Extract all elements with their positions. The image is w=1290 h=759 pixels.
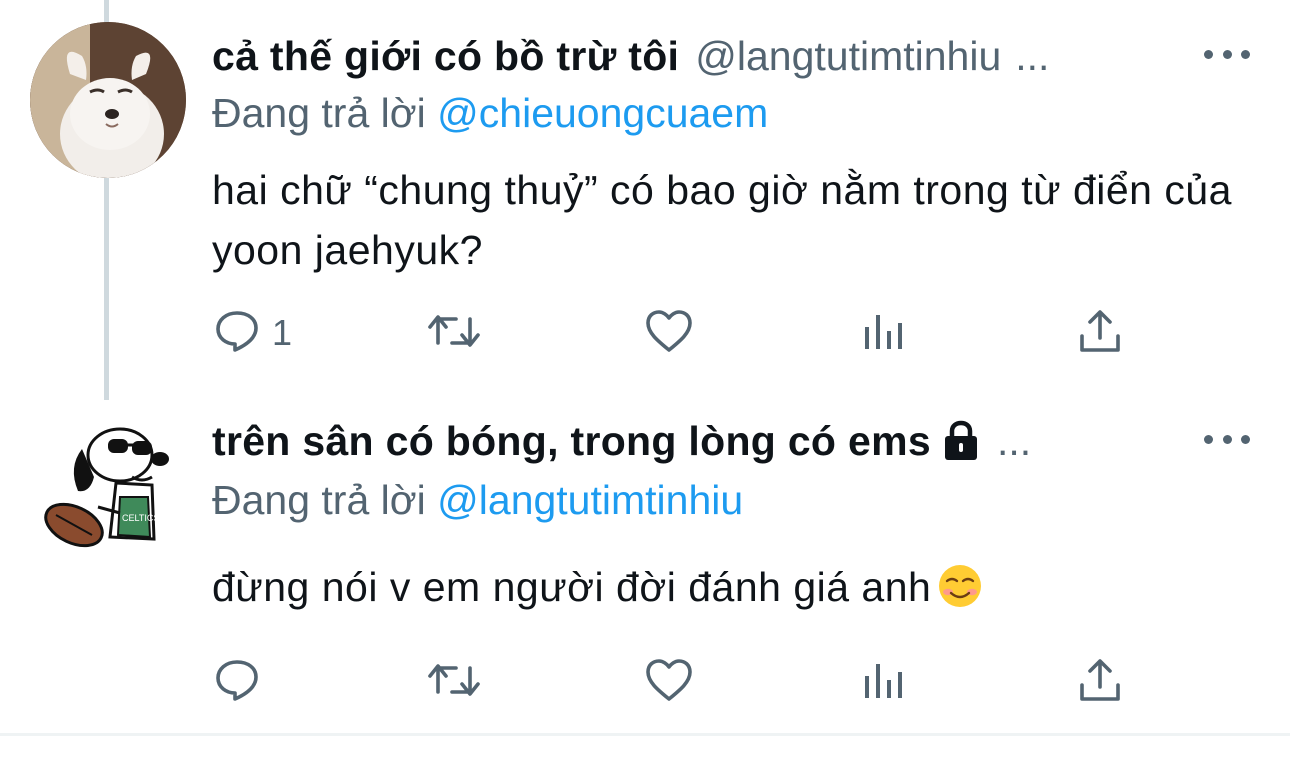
heart-icon <box>644 657 694 708</box>
like-button[interactable] <box>644 657 694 707</box>
reply-count: 1 <box>272 312 293 353</box>
tweet-actions: 1 <box>0 308 1290 358</box>
heart-icon <box>644 308 694 359</box>
tweet-actions <box>0 657 1290 707</box>
more-icon[interactable] <box>1204 34 1250 74</box>
share-button[interactable] <box>1078 657 1122 707</box>
display-name[interactable]: trên sân có bóng, trong lòng có ems <box>212 418 931 465</box>
svg-text:CELTICS: CELTICS <box>122 513 159 523</box>
more-icon[interactable] <box>1204 419 1250 459</box>
analytics-icon <box>862 658 906 707</box>
avatar[interactable] <box>30 22 186 178</box>
analytics-icon <box>862 309 906 358</box>
display-name[interactable]: cả thế giới có bồ trừ tôi <box>212 33 679 80</box>
replying-to: Đang trả lời @chieuongcuaem <box>212 90 768 137</box>
analytics-button[interactable] <box>862 657 906 707</box>
feed-divider <box>0 733 1290 736</box>
like-button[interactable] <box>644 308 694 358</box>
tweet-text-body: đừng nói v em người đời đánh giá anh <box>212 564 932 610</box>
avatar[interactable]: CELTICS <box>34 407 190 563</box>
tweet-text: hai chữ “chung thuỷ” có bao giờ nằm tron… <box>212 167 1232 273</box>
smiling-face-emoji-icon <box>937 563 983 625</box>
tweet[interactable]: CELTICS trên sân có bóng, trong lòng có … <box>0 385 1290 735</box>
user-handle[interactable]: @langtutimtinhiu <box>695 33 1001 80</box>
share-icon <box>1078 657 1122 708</box>
analytics-button[interactable] <box>862 308 906 358</box>
retweet-icon <box>426 658 482 707</box>
tweet-text: đừng nói v em người đời đánh giá anh <box>212 557 1232 625</box>
share-icon <box>1078 308 1122 359</box>
retweet-button[interactable] <box>426 308 482 358</box>
tweet-header: trên sân có bóng, trong lòng có ems ... <box>212 415 1250 467</box>
replying-to-handle[interactable]: @langtutimtinhiu <box>437 477 743 523</box>
replying-to-handle[interactable]: @chieuongcuaem <box>437 90 768 136</box>
retweet-icon <box>426 309 482 358</box>
tweet-header: cả thế giới có bồ trừ tôi @langtutimtinh… <box>212 30 1250 82</box>
tweet[interactable]: cả thế giới có bồ trừ tôi @langtutimtinh… <box>0 0 1290 385</box>
reply-button[interactable] <box>214 657 260 707</box>
reply-icon <box>214 309 260 358</box>
header-ellipsis: ... <box>1015 32 1050 79</box>
replying-to: Đang trả lời @langtutimtinhiu <box>212 477 743 524</box>
reply-button[interactable]: 1 <box>214 308 292 358</box>
header-ellipsis: ... <box>996 417 1032 464</box>
share-button[interactable] <box>1078 308 1122 358</box>
reply-icon <box>214 658 260 707</box>
lock-icon <box>939 419 983 463</box>
replying-to-label: Đang trả lời <box>212 90 426 136</box>
retweet-button[interactable] <box>426 657 482 707</box>
replying-to-label: Đang trả lời <box>212 477 426 523</box>
